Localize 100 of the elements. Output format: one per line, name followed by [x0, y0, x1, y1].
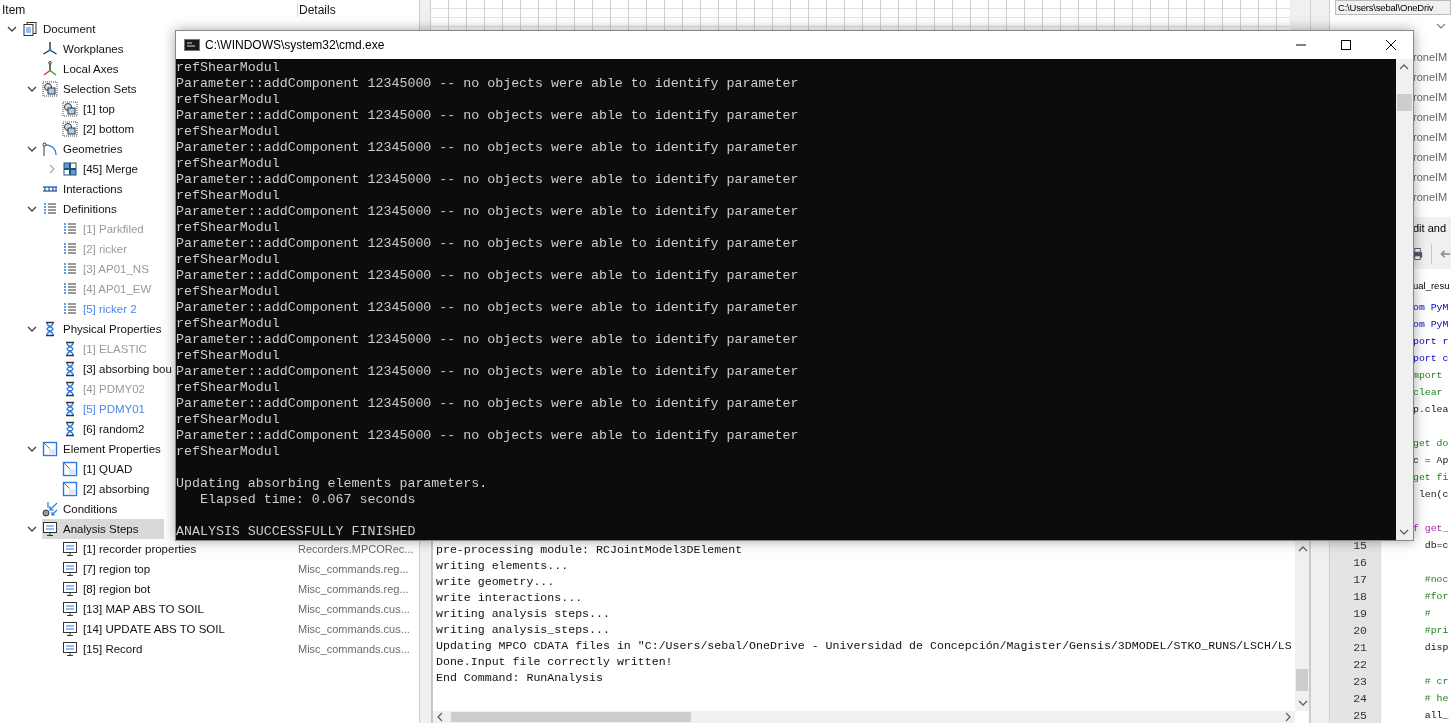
line-number: 21 [1330, 639, 1380, 656]
list-icon [62, 221, 78, 237]
tree-item[interactable]: [3] absorbing bou [62, 359, 172, 379]
tree-item[interactable]: Selection Sets [42, 79, 137, 99]
monitor-icon [62, 621, 78, 637]
code-line: db=c [1423, 539, 1450, 553]
code-line: get fi [1413, 471, 1450, 485]
tree-item[interactable]: [5] PDMY01 [62, 399, 145, 419]
arrow-left-icon[interactable] [436, 712, 444, 722]
log-line: write interactions... [436, 590, 584, 606]
line-number: 24 [1330, 690, 1380, 707]
code-line: mport [1413, 369, 1444, 383]
line-number: 20 [1330, 622, 1380, 639]
code-line: p.clea [1413, 403, 1450, 417]
maximize-icon [1340, 40, 1351, 50]
arrows-icon [42, 501, 58, 517]
code-line: #noc [1423, 573, 1450, 587]
file-item[interactable]: roneIM [1413, 107, 1448, 127]
file-item[interactable]: roneIM [1413, 127, 1448, 147]
tree-item[interactable]: [15] Record [62, 639, 143, 659]
tree-item[interactable]: Physical Properties [42, 319, 162, 339]
arrow-down-icon[interactable] [1298, 699, 1308, 707]
list-icon [62, 241, 78, 257]
line-number: 18 [1330, 588, 1380, 605]
scrollbar[interactable] [1295, 541, 1309, 711]
file-item[interactable]: roneIM [1413, 187, 1448, 207]
log-line: pre-processing module: RCJointModel3DElement [436, 542, 744, 558]
file-item[interactable]: roneIM [1413, 167, 1448, 187]
file-item[interactable]: roneIM [1413, 67, 1448, 87]
tree-item[interactable]: Workplanes [42, 39, 124, 59]
console-line: refShearModul [176, 92, 281, 108]
frame-icon [62, 481, 78, 497]
list-icon [62, 301, 78, 317]
tree-item[interactable]: [5] ricker 2 [62, 299, 137, 319]
tree-item[interactable]: [6] random2 [62, 419, 145, 439]
tree-item[interactable]: [7] region top [62, 559, 151, 579]
grid-squares-icon [62, 161, 78, 177]
tree-item[interactable]: Interactions [42, 179, 123, 199]
tree-item[interactable]: Local Axes [42, 59, 119, 79]
close-icon [1385, 40, 1396, 50]
tree-item[interactable]: Conditions [42, 499, 118, 519]
console-line: refShearModul [176, 412, 281, 428]
back-arrow-icon[interactable] [1439, 249, 1451, 259]
code-line: om PyM [1413, 318, 1450, 332]
console-line: refShearModul [176, 124, 281, 140]
console-line: refShearModul [176, 316, 281, 332]
console-line: Parameter::addComponent 12345000 -- no objects were able to identify parameter [176, 76, 800, 92]
monitor-icon [62, 601, 78, 617]
chevron-down-icon[interactable] [1436, 23, 1446, 29]
code-line: len(c [1417, 488, 1450, 502]
tree-item[interactable]: [2] bottom [62, 119, 135, 139]
tree-item[interactable]: Document [22, 19, 96, 39]
tree-item[interactable]: [14] UPDATE ABS TO SOIL [62, 619, 225, 639]
scrollbar[interactable] [433, 711, 1295, 723]
tree-item[interactable]: [1] recorder properties [62, 539, 197, 559]
console-line: Parameter::addComponent 12345000 -- no objects were able to identify parameter [176, 108, 800, 124]
console-line: ANALYSIS SUCCESSFULLY FINISHED [176, 524, 417, 540]
tree-item[interactable]: Definitions [42, 199, 117, 219]
tree-item[interactable]: [45] Merge [62, 159, 138, 179]
tree-item[interactable]: Element Properties [42, 439, 161, 459]
code-line: c = Ap [1413, 454, 1450, 468]
arrow-up-icon[interactable] [1399, 63, 1409, 71]
arrow-up-icon[interactable] [1298, 545, 1308, 553]
tree-item[interactable]: [8] region bot [62, 579, 151, 599]
tree-item[interactable]: Geometries [42, 139, 123, 159]
code-line: port r [1413, 335, 1450, 349]
line-number: 19 [1330, 605, 1380, 622]
arrow-down-icon[interactable] [1399, 528, 1409, 536]
code-line: f get_ [1413, 522, 1450, 536]
path-field[interactable]: C:\Users\sebal\OneDriv [1335, 0, 1451, 15]
file-item[interactable]: roneIM [1413, 47, 1448, 67]
console-line: Parameter::addComponent 12345000 -- no objects were able to identify parameter [176, 140, 800, 156]
list-icon [62, 261, 78, 277]
terminal-icon [184, 39, 200, 51]
scrollbar-thumb[interactable] [451, 712, 691, 722]
monitor-icon [42, 521, 58, 537]
tree-item[interactable]: [2] absorbing [62, 479, 150, 499]
list-icon [62, 281, 78, 297]
tree-item[interactable]: [13] MAP ABS TO SOIL [62, 599, 204, 619]
code-line: port c [1413, 352, 1450, 366]
file-item[interactable]: roneIM [1413, 87, 1448, 107]
console-line: Parameter::addComponent 12345000 -- no objects were able to identify parameter [176, 172, 800, 188]
scrollbar-thumb[interactable] [1296, 669, 1308, 691]
detail-text: Misc_commands.cus... [297, 643, 411, 655]
editor-tab[interactable]: ual_resu [1413, 277, 1450, 295]
detail-text: Misc_commands.cus... [297, 603, 411, 615]
tree-item[interactable]: Analysis Steps [42, 519, 165, 539]
scrollbar-thumb[interactable] [1397, 94, 1412, 111]
console-line: Parameter::addComponent 12345000 -- no objects were able to identify parameter [176, 236, 800, 252]
monitor-icon [62, 641, 78, 657]
tree-item[interactable]: [1] top [62, 99, 115, 119]
selection-icon [42, 81, 58, 97]
tree-item[interactable]: [1] QUAD [62, 459, 133, 479]
arrow-right-icon[interactable] [1284, 712, 1292, 722]
file-item[interactable]: roneIM [1413, 147, 1448, 167]
tripod-icon [42, 41, 58, 57]
console-line: Elapsed time: 0.067 seconds [198, 492, 417, 508]
console-line: refShearModul [176, 380, 281, 396]
monitor-icon [62, 561, 78, 577]
code-line: # he [1423, 692, 1450, 706]
